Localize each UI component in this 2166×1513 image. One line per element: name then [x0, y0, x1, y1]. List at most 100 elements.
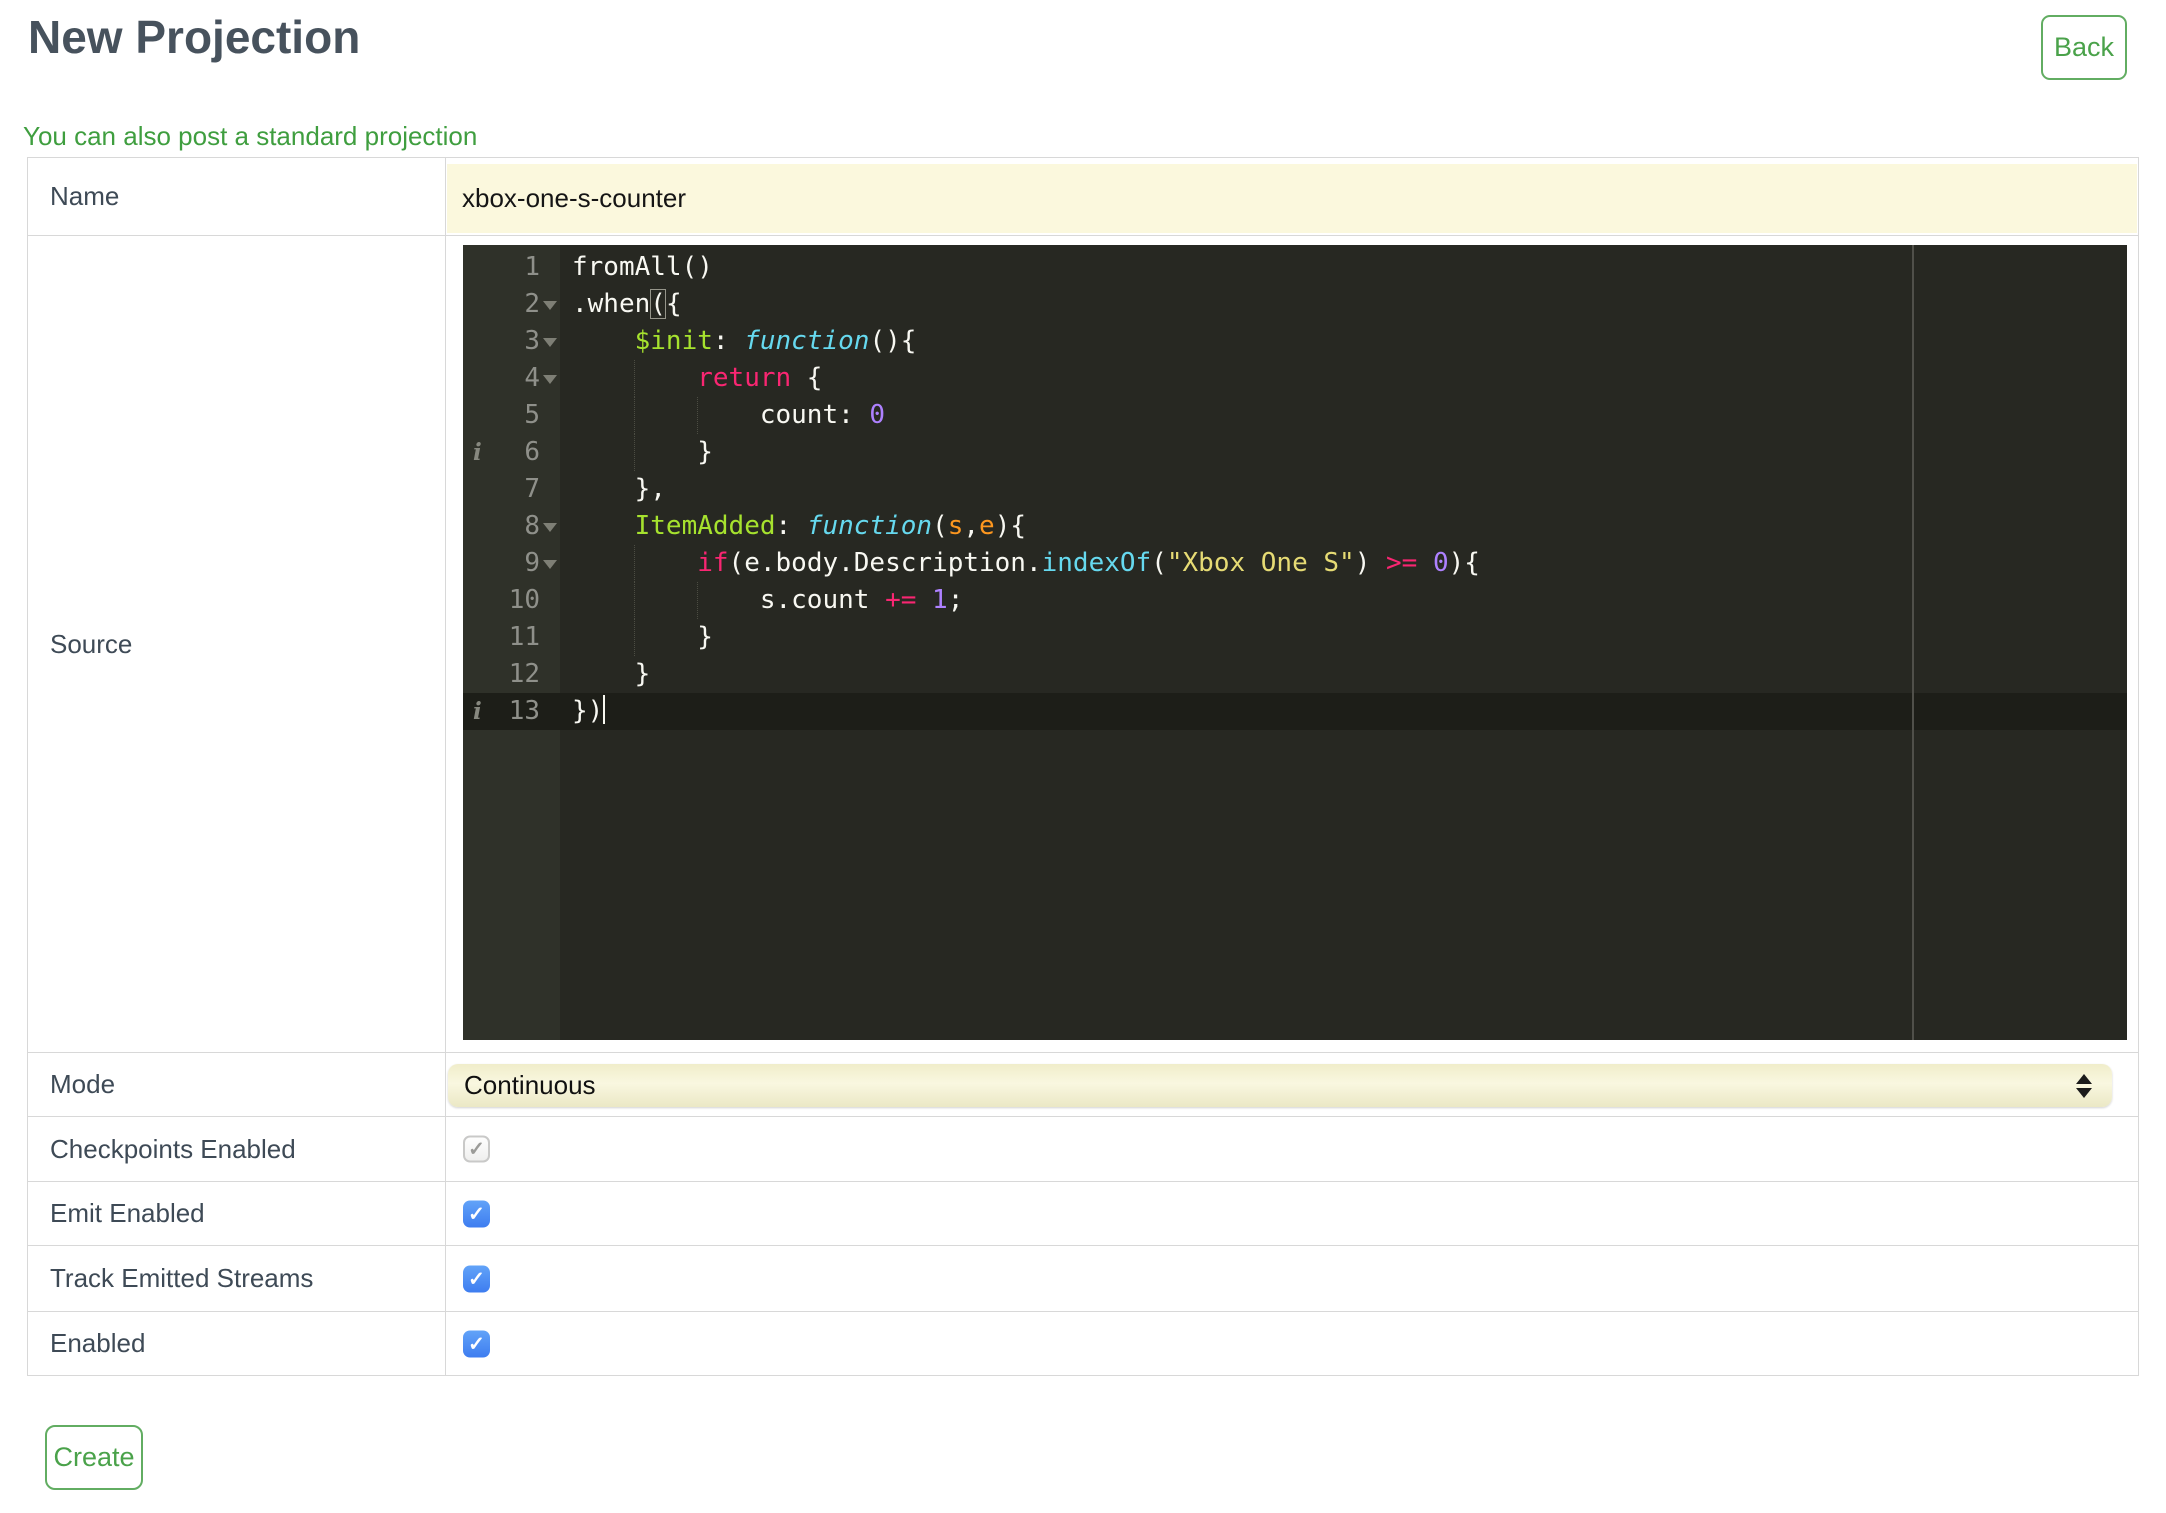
- editor-code[interactable]: fromAll() .when({ $init: function(){ retu…: [560, 245, 2127, 1040]
- code-token: 0: [1432, 548, 1449, 578]
- checkpoints-value-cell: ✓: [446, 1117, 2138, 1181]
- line-number: 4: [524, 363, 540, 393]
- code-line[interactable]: }: [572, 656, 2127, 693]
- line-number: 6: [524, 437, 540, 467]
- enabled-value-cell: ✓: [446, 1312, 2138, 1375]
- mode-value-cell: Continuous: [446, 1053, 2138, 1116]
- mode-select[interactable]: Continuous: [448, 1064, 2112, 1107]
- gutter-line: 9: [463, 545, 560, 582]
- track-value-cell: ✓: [446, 1246, 2138, 1311]
- code-line[interactable]: ItemAdded: function(s,e){: [572, 508, 2127, 545]
- source-label: Source: [28, 236, 446, 1052]
- mode-label: Mode: [28, 1053, 446, 1116]
- track-label: Track Emitted Streams: [28, 1246, 446, 1311]
- line-number: 3: [524, 326, 540, 356]
- gutter-line: 12: [463, 656, 560, 693]
- code-line[interactable]: }: [572, 619, 2127, 656]
- line-number: 10: [508, 585, 540, 615]
- enabled-label: Enabled: [28, 1312, 446, 1375]
- code-token: (: [932, 511, 948, 541]
- line-number: 9: [524, 548, 540, 578]
- code-token: function: [806, 511, 933, 541]
- name-input[interactable]: xbox-one-s-counter: [447, 164, 2137, 233]
- fold-icon[interactable]: [543, 375, 557, 384]
- name-label: Name: [28, 158, 446, 235]
- enabled-checkbox[interactable]: ✓: [463, 1330, 490, 1357]
- line-number: 13: [508, 696, 540, 726]
- source-editor[interactable]: 1 2 3 4 5 i 6 7 8 9 10 11 12 i 13 fromAll() .when({ $in…: [463, 245, 2127, 1040]
- line-number: 2: [524, 289, 540, 319]
- code-line[interactable]: }: [572, 434, 2127, 471]
- code-token: ): [1354, 548, 1387, 578]
- code-line[interactable]: s.count += 1;: [572, 582, 2127, 619]
- gutter-line: 7: [463, 471, 560, 508]
- gutter-line: i 13: [463, 693, 560, 730]
- name-value-cell: xbox-one-s-counter: [446, 158, 2138, 235]
- code-token: }: [572, 437, 713, 467]
- code-token: fromAll(): [572, 252, 713, 282]
- code-token: (: [1151, 548, 1167, 578]
- checkpoints-label: Checkpoints Enabled: [28, 1117, 446, 1181]
- emit-row: Emit Enabled ✓: [28, 1181, 2138, 1245]
- code-token: .when: [572, 289, 651, 319]
- code-token: ,: [963, 511, 980, 541]
- code-token: ItemAdded: [634, 511, 776, 541]
- code-line[interactable]: count: 0: [572, 397, 2127, 434]
- checkpoints-row: Checkpoints Enabled ✓: [28, 1116, 2138, 1181]
- code-token: }: [572, 622, 713, 652]
- line-number: 11: [508, 622, 540, 652]
- code-token: if: [697, 548, 729, 578]
- code-line[interactable]: return {: [572, 360, 2127, 397]
- code-token: 0: [869, 400, 886, 430]
- fold-icon[interactable]: [543, 301, 557, 310]
- code-token: 1: [932, 585, 948, 615]
- code-token: e: [979, 511, 995, 541]
- track-checkbox[interactable]: ✓: [463, 1265, 490, 1292]
- line-number: 8: [524, 511, 540, 541]
- text-cursor: [603, 695, 606, 724]
- standard-projection-link[interactable]: You can also post a standard projection: [23, 121, 477, 152]
- mode-select-value: Continuous: [464, 1070, 596, 1100]
- gutter-line: 8: [463, 508, 560, 545]
- code-token: "Xbox One S": [1166, 548, 1355, 578]
- page-title: New Projection: [28, 11, 361, 63]
- checkpoints-checkbox: ✓: [463, 1135, 490, 1163]
- editor-gutter: 1 2 3 4 5 i 6 7 8 9 10 11 12 i 13: [463, 245, 560, 1040]
- emit-checkbox[interactable]: ✓: [463, 1200, 490, 1227]
- code-token: s.count: [572, 585, 886, 615]
- fold-icon[interactable]: [543, 523, 557, 532]
- gutter-line: i6: [463, 434, 560, 471]
- create-button[interactable]: Create: [45, 1425, 143, 1490]
- code-token: }: [572, 659, 651, 689]
- select-arrows-icon: [2076, 1073, 2092, 1098]
- code-token: :: [712, 326, 745, 356]
- fold-icon[interactable]: [543, 560, 557, 569]
- gutter-line: 2: [463, 286, 560, 323]
- line-number: 5: [524, 400, 540, 430]
- code-token: }): [572, 696, 604, 726]
- code-token: {: [665, 289, 682, 319]
- code-token: return: [697, 363, 792, 393]
- fold-icon[interactable]: [543, 338, 557, 347]
- line-number: 1: [524, 252, 540, 282]
- code-token: ){: [1448, 548, 1480, 578]
- code-line[interactable]: }): [560, 693, 2127, 730]
- code-token: {: [791, 363, 823, 393]
- back-button[interactable]: Back: [2041, 15, 2127, 80]
- code-line[interactable]: },: [572, 471, 2127, 508]
- gutter-line: 3: [463, 323, 560, 360]
- code-line[interactable]: $init: function(){: [572, 323, 2127, 360]
- source-row: Source 1 2 3 4 5 i 6 7 8 9 10 11 12 i 13 fromAll() .whe…: [28, 235, 2138, 1052]
- code-token: ;: [947, 585, 964, 615]
- code-token: function: [744, 326, 870, 356]
- code-line[interactable]: fromAll(): [572, 249, 2127, 286]
- code-line[interactable]: .when({: [572, 286, 2127, 323]
- track-row: Track Emitted Streams ✓: [28, 1245, 2138, 1311]
- gutter-line: 4: [463, 360, 560, 397]
- code-token: (){: [869, 326, 917, 356]
- code-token: (e.body.Description.: [728, 548, 1042, 578]
- code-line[interactable]: if(e.body.Description.indexOf("Xbox One …: [572, 545, 2127, 582]
